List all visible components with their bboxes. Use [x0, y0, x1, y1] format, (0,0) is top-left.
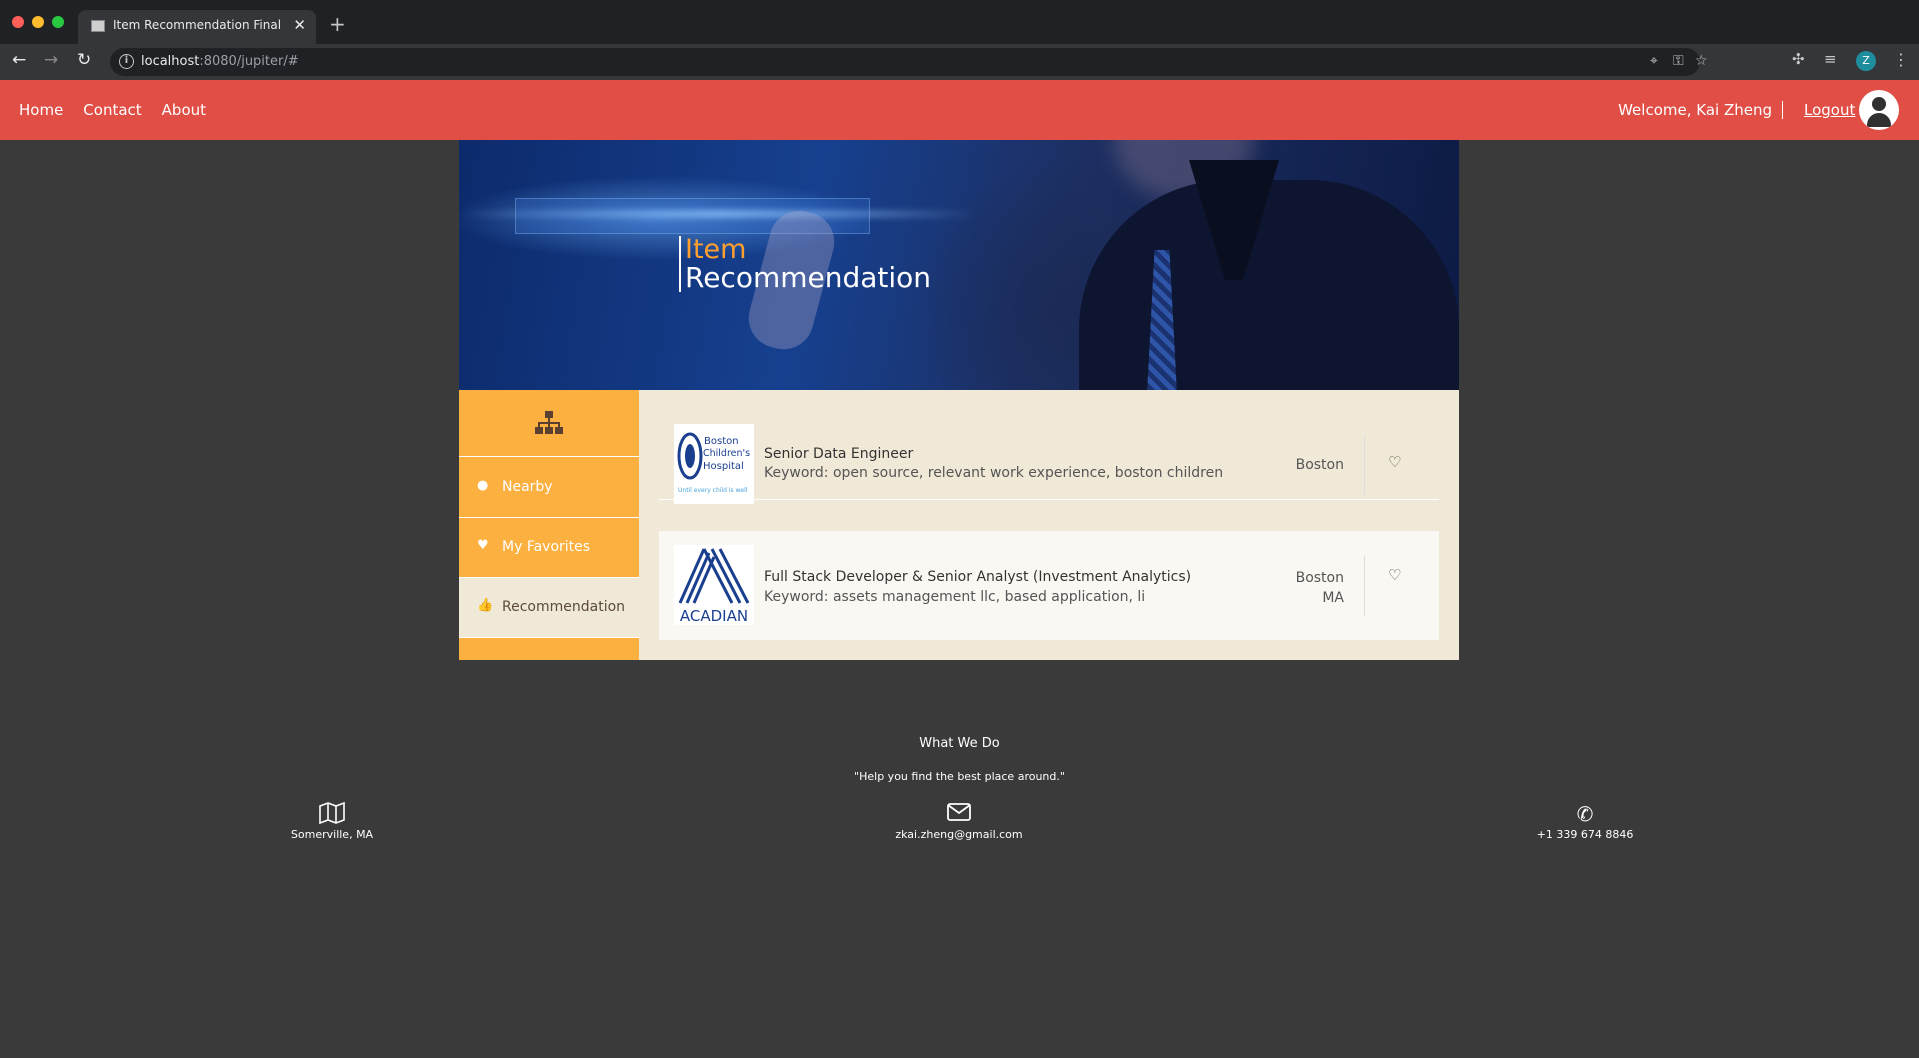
hero-banner: Item Recommendation: [459, 140, 1459, 390]
reload-button[interactable]: ↻: [77, 50, 91, 70]
favicon-icon: [91, 20, 105, 32]
svg-text:Hospital: Hospital: [703, 461, 744, 472]
boston-childrens-logo: Boston Children's Hospital Until every c…: [677, 432, 750, 494]
footer-heading: What We Do: [919, 736, 1000, 751]
minimize-window-button[interactable]: [32, 16, 44, 28]
media-queue-icon[interactable]: ≡: [1824, 50, 1837, 68]
item-list: Boston Children's Hospital Until every c…: [639, 390, 1459, 660]
hero-title-line1: Item: [685, 234, 747, 265]
svg-text:Children's: Children's: [703, 448, 750, 459]
contact-phone: ✆ +1 339 674 8846: [1485, 802, 1685, 841]
nav-about-link[interactable]: About: [162, 101, 206, 119]
tab-title: Item Recommendation Final: [113, 18, 282, 32]
favorite-heart-icon[interactable]: ♡: [1388, 453, 1401, 471]
list-item[interactable]: Boston Children's Hospital Until every c…: [659, 390, 1439, 504]
hero-title-line2: Recommendation: [685, 261, 932, 294]
bookmark-star-icon[interactable]: ☆: [1695, 53, 1708, 69]
sidebar-item-label: Nearby: [502, 479, 553, 495]
contact-location-text: Somerville, MA: [290, 828, 374, 841]
browser-tab[interactable]: Item Recommendation Final ✕: [78, 10, 316, 44]
map-icon: [232, 801, 432, 826]
location-icon[interactable]: ⌖: [1650, 53, 1658, 69]
top-nav: Home Contact About: [19, 101, 206, 119]
item-keywords: Keyword: assets management llc, based ap…: [764, 589, 1146, 605]
phone-icon: ✆: [1576, 802, 1594, 826]
browser-tab-strip: Item Recommendation Final ✕ +: [0, 0, 1919, 44]
item-title[interactable]: Full Stack Developer & Senior Analyst (I…: [764, 569, 1191, 585]
new-tab-button[interactable]: +: [329, 12, 346, 36]
extensions-icon[interactable]: ✣: [1792, 50, 1805, 68]
item-keywords: Keyword: open source, relevant work expe…: [764, 465, 1224, 481]
hero-title: Item Recommendation: [679, 236, 931, 292]
site-info-icon[interactable]: i: [119, 54, 134, 69]
maximize-window-button[interactable]: [52, 16, 64, 28]
back-button[interactable]: ←: [12, 50, 26, 70]
favorite-heart-icon[interactable]: ♡: [1388, 566, 1401, 584]
svg-text:Boston: Boston: [704, 436, 739, 447]
nav-home-link[interactable]: Home: [19, 101, 63, 119]
logout-link[interactable]: Logout: [1804, 101, 1855, 119]
sidebar-item-my-favorites[interactable]: ♥ My Favorites: [459, 518, 639, 578]
item-title[interactable]: Senior Data Engineer: [764, 446, 913, 462]
sidebar-header: [459, 390, 639, 457]
contact-location: Somerville, MA: [232, 801, 432, 841]
browser-toolbar: ← → ↻ i localhost:8080/jupiter/# ⌖ ⚿ ☆: [0, 44, 1919, 80]
app-header: Home Contact About Welcome, Kai Zheng Lo…: [0, 80, 1919, 140]
browser-menu-icon[interactable]: ⋮: [1893, 50, 1909, 69]
key-icon[interactable]: ⚿: [1673, 53, 1684, 69]
envelope-icon: [859, 802, 1059, 826]
item-location: Boston: [1295, 457, 1344, 473]
close-tab-icon[interactable]: ✕: [293, 16, 306, 34]
contact-email-text[interactable]: zkai.zheng@gmail.com: [859, 828, 1059, 841]
nav-contact-link[interactable]: Contact: [83, 101, 141, 119]
sidebar: ● Nearby ♥ My Favorites 👍 Recommendation: [459, 390, 639, 660]
close-window-button[interactable]: [12, 16, 24, 28]
sitemap-icon: [535, 411, 563, 434]
sidebar-item-label: Recommendation: [502, 599, 626, 615]
sidebar-item-recommendation[interactable]: 👍 Recommendation: [459, 578, 639, 638]
company-logo: ACADIAN: [674, 545, 754, 625]
logo-tagline: Until every child is well: [678, 487, 748, 494]
sidebar-item-nearby[interactable]: ● Nearby: [459, 458, 639, 518]
user-avatar-icon[interactable]: [1859, 90, 1899, 130]
sidebar-item-label: My Favorites: [502, 539, 591, 555]
businessman-graphic: [1079, 180, 1459, 390]
contact-phone-text: +1 339 674 8846: [1536, 828, 1634, 841]
heart-icon: ♥: [477, 538, 489, 553]
footer-quote: "Help you find the best place around.": [854, 770, 1065, 783]
profile-avatar[interactable]: Z: [1856, 51, 1876, 71]
acadian-logo: ACADIAN: [678, 548, 750, 625]
map-pin-icon: ●: [477, 478, 489, 493]
main-section: ● Nearby ♥ My Favorites 👍 Recommendation…: [459, 390, 1459, 660]
welcome-message: Welcome, Kai Zheng: [1618, 101, 1783, 119]
contact-email: zkai.zheng@gmail.com: [859, 802, 1059, 841]
company-logo: Boston Children's Hospital Until every c…: [674, 424, 754, 504]
url-text: localhost:8080/jupiter/#: [141, 54, 299, 69]
item-location: Boston MA: [1295, 570, 1344, 606]
thumbs-up-icon: 👍: [477, 598, 494, 613]
svg-text:ACADIAN: ACADIAN: [680, 607, 748, 625]
list-item[interactable]: ACADIAN Full Stack Developer & Senior An…: [659, 531, 1439, 640]
address-bar[interactable]: i localhost:8080/jupiter/# ⌖ ⚿ ☆: [110, 48, 1708, 76]
forward-button[interactable]: →: [44, 50, 58, 70]
